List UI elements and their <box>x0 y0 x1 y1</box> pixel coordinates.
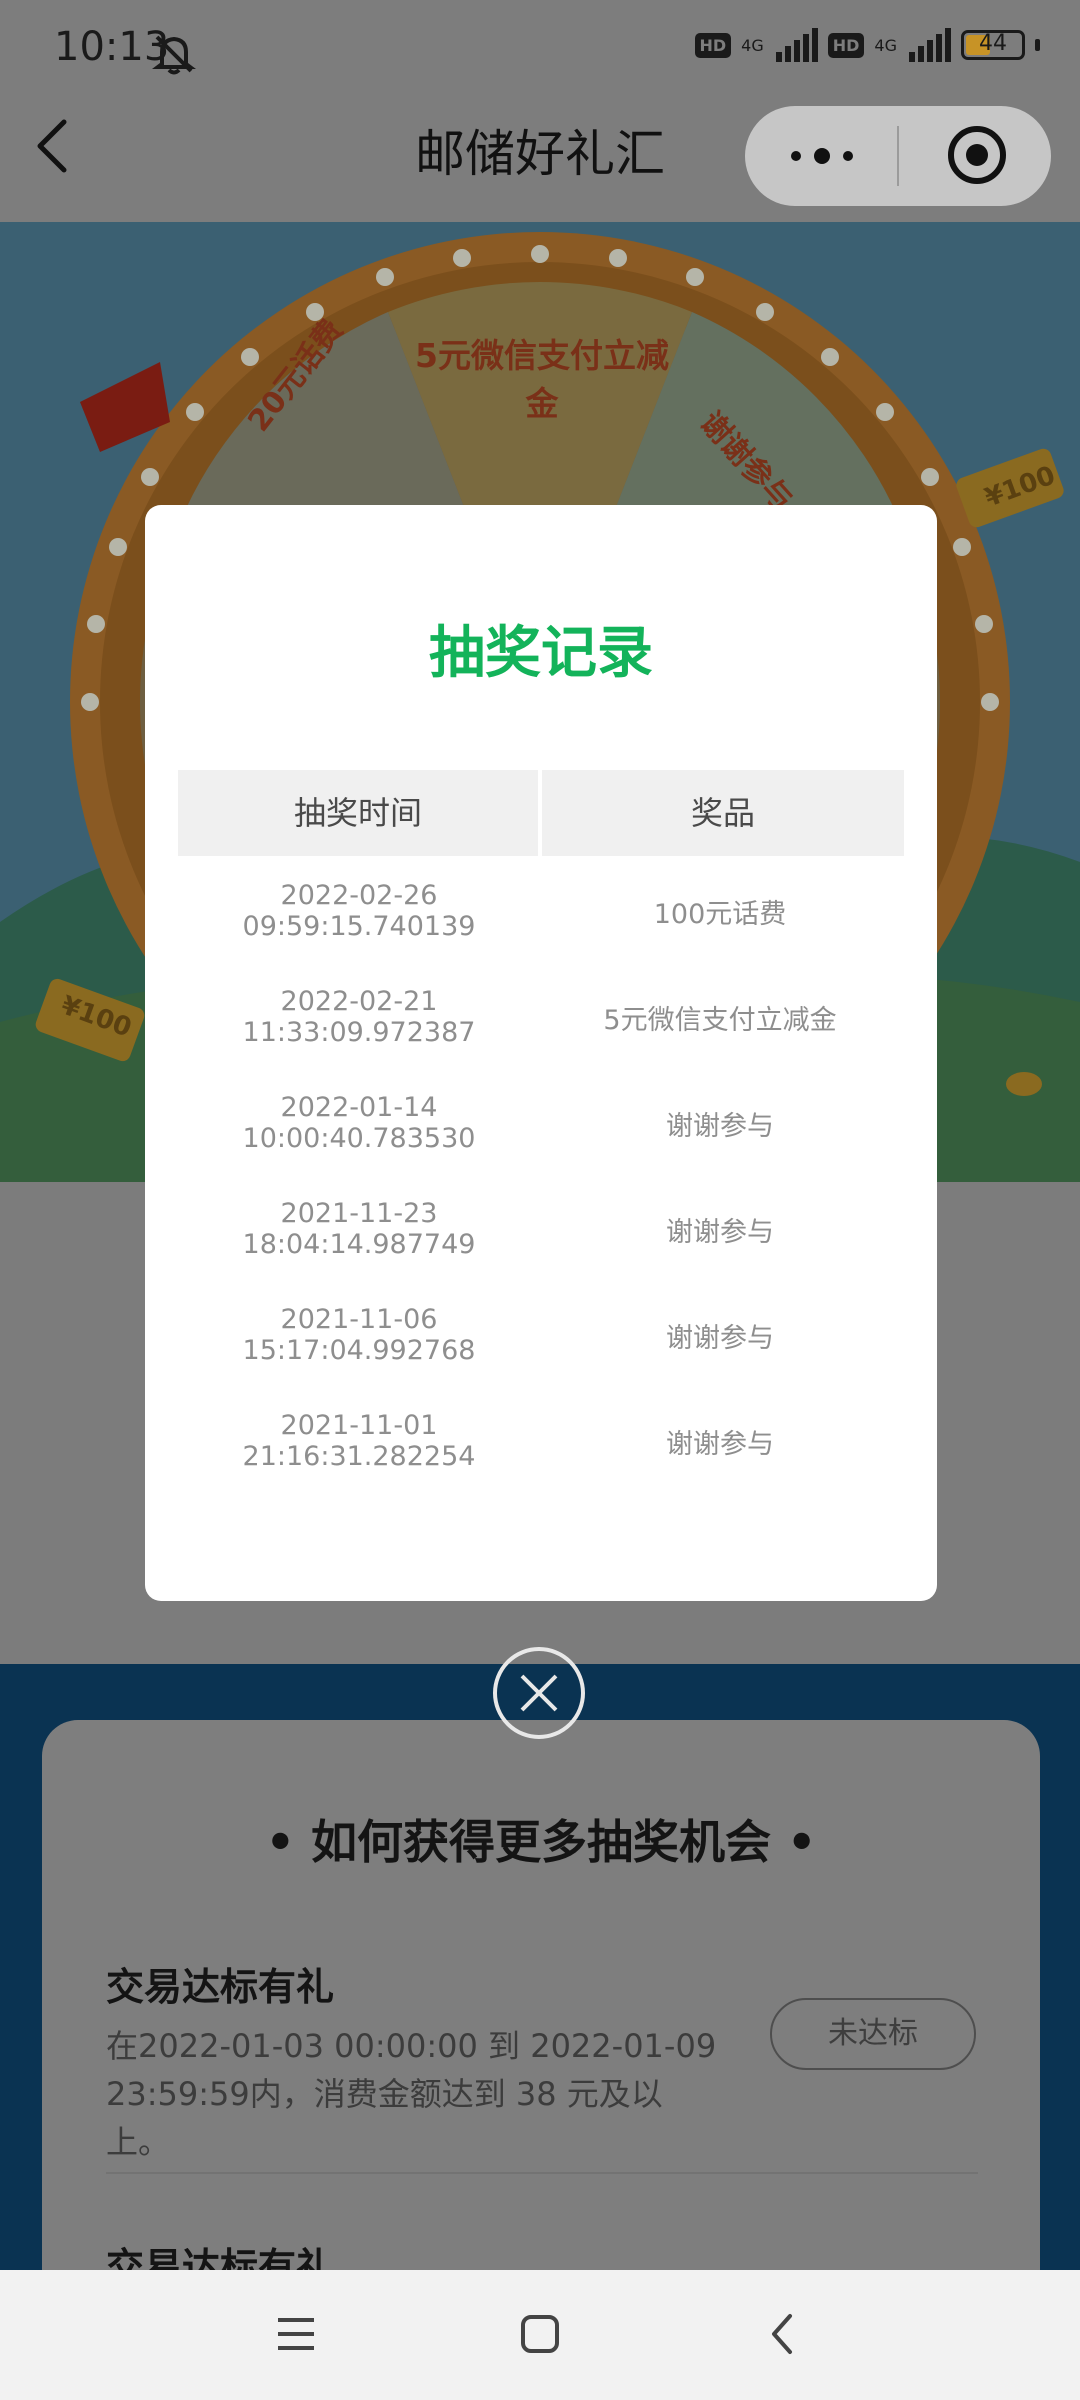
battery-percent: 44 <box>979 31 1007 56</box>
record-time: 2021-11-23 18:04:14.987749 <box>242 1198 476 1260</box>
record-row: 2022-01-14 10:00:40.783530 谢谢参与 <box>178 1070 904 1176</box>
record-row: 2021-11-23 18:04:14.987749 谢谢参与 <box>178 1176 904 1282</box>
hd-badge: HD <box>694 32 732 58</box>
record-time: 2022-02-26 09:59:15.740139 <box>242 880 476 942</box>
record-prize: 谢谢参与 <box>666 1428 774 1460</box>
hd-badge: HD <box>827 32 865 58</box>
task-description: 在2022-01-03 00:00:00 到 2022-01-09 23:59:… <box>106 2027 717 2161</box>
menu-icon[interactable] <box>272 2310 320 2358</box>
record-time: 2022-01-14 10:00:40.783530 <box>242 1092 476 1154</box>
record-time: 2021-11-06 15:17:04.992768 <box>242 1304 476 1366</box>
target-icon[interactable] <box>945 123 1009 187</box>
record-row: 2022-02-26 09:59:15.740139 100元话费 <box>178 858 904 964</box>
bell-off-icon <box>152 35 196 75</box>
signal-icon <box>909 28 951 62</box>
record-prize: 谢谢参与 <box>666 1322 774 1354</box>
record-time: 2022-02-21 11:33:09.972387 <box>242 986 476 1048</box>
wheel-prize-top-line1: 5元微信支付立减 <box>415 336 669 375</box>
column-header-time: 抽奖时间 <box>178 770 538 856</box>
more-dots-icon[interactable] <box>785 134 859 178</box>
wheel-prize-top: 5元微信支付立减 金 <box>412 332 672 428</box>
back-arrow-icon[interactable] <box>760 2310 808 2358</box>
record-row: 2021-11-01 21:16:31.282254 谢谢参与 <box>178 1388 904 1494</box>
network-type-label: 4G <box>874 35 897 55</box>
capsule-divider <box>897 126 899 186</box>
home-square-icon[interactable] <box>516 2310 564 2358</box>
close-circle-icon[interactable] <box>492 1646 586 1740</box>
record-prize: 5元微信支付立减金 <box>603 1004 837 1036</box>
wheel-prize-top-line2: 金 <box>525 384 559 423</box>
task-status-button[interactable]: 未达标 <box>770 1998 976 2070</box>
record-prize: 谢谢参与 <box>666 1216 774 1248</box>
task-title: 交易达标有礼 <box>106 1965 335 2009</box>
battery-cap <box>1035 39 1040 51</box>
column-header-prize: 奖品 <box>542 770 904 856</box>
record-row: 2022-02-21 11:33:09.972387 5元微信支付立减金 <box>178 964 904 1070</box>
record-prize: 谢谢参与 <box>666 1110 774 1142</box>
task-divider <box>106 2172 978 2174</box>
modal-title: 抽奖记录 <box>429 621 653 686</box>
network-type-label: 4G <box>741 35 764 55</box>
more-chances-heading: • 如何获得更多抽奖机会 • <box>265 1815 817 1869</box>
battery-icon: 44 <box>961 30 1025 60</box>
record-table-body: 2022-02-26 09:59:15.740139 100元话费 2022-02-… <box>178 858 904 1494</box>
status-icons: HD 4G HD 4G 44 <box>694 28 1040 62</box>
record-row: 2021-11-06 15:17:04.992768 谢谢参与 <box>178 1282 904 1388</box>
record-time: 2021-11-01 21:16:31.282254 <box>242 1410 476 1472</box>
record-prize: 100元话费 <box>653 898 787 930</box>
signal-icon <box>775 28 818 62</box>
